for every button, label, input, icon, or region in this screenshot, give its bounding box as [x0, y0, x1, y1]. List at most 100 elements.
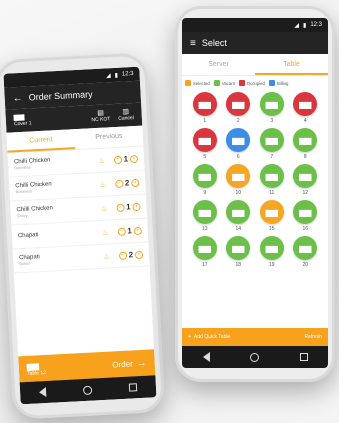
table-icon[interactable]: ▆▆: [259, 236, 284, 260]
table-icon[interactable]: ▆▆: [192, 200, 217, 224]
minus-button[interactable]: −: [117, 227, 126, 236]
plus-button[interactable]: +: [131, 178, 140, 187]
plus-button[interactable]: +: [129, 154, 139, 163]
table-number: 1: [203, 118, 207, 124]
chef-hat-icon[interactable]: ♨: [100, 252, 112, 261]
chef-hat-icon[interactable]: ♨: [95, 156, 107, 165]
quantity-value: 1: [123, 154, 129, 164]
table-cell[interactable]: ▆▆ 20: [289, 236, 323, 268]
status-legend: Selected Vacant Occupied Billing: [182, 76, 328, 90]
table-cell[interactable]: ▆▆ 15: [255, 200, 289, 232]
plus-button[interactable]: +: [134, 250, 144, 259]
table-icon[interactable]: ▆▆: [226, 164, 251, 188]
table-cell[interactable]: ▆▆ 8: [289, 128, 323, 160]
plus-button[interactable]: +: [133, 226, 142, 235]
table-number: 8: [303, 154, 307, 160]
signal-icon: ◢: [294, 22, 299, 29]
tab-previous[interactable]: Previous: [74, 126, 143, 150]
table-number: 4: [303, 118, 307, 124]
chef-hat-icon[interactable]: ♨: [99, 228, 111, 237]
legend-swatch: [268, 80, 275, 86]
recents-nav-icon[interactable]: [299, 352, 309, 362]
cancel-button[interactable]: ▥ Cancel: [118, 107, 134, 122]
table-cell[interactable]: ▆▆ 5: [188, 128, 222, 160]
item-name: Chapati: [17, 232, 39, 240]
table-cell[interactable]: ▆▆ 19: [255, 236, 289, 268]
table-icon[interactable]: ▆▆: [226, 92, 251, 116]
table-icon[interactable]: ▆▆: [293, 164, 318, 188]
plus-button[interactable]: +: [132, 202, 141, 211]
table-cell[interactable]: ▆▆ 6: [222, 128, 256, 160]
table-cell[interactable]: ▆▆ 11: [255, 164, 289, 196]
table-icon[interactable]: ▆▆: [192, 128, 217, 152]
table-number: 16: [302, 226, 309, 232]
select-tabs: Server Table: [182, 54, 328, 76]
table-number: 9: [203, 190, 207, 196]
table-cell[interactable]: ▆▆ 10: [222, 164, 256, 196]
phone-order-summary: ◢ ▮ 12:3 ← Order Summary ▆▆ Cover 1 ▤ NC…: [0, 52, 166, 420]
minus-button[interactable]: −: [118, 251, 127, 260]
battery-icon: ▮: [303, 22, 307, 29]
tab-server[interactable]: Server: [182, 54, 255, 75]
table-icon[interactable]: ▆▆: [293, 92, 318, 116]
item-name-block: Chapati: [18, 229, 100, 240]
nc-kot-button[interactable]: ▤ NC KOT: [91, 108, 110, 124]
table-cell[interactable]: ▆▆ 17: [188, 236, 222, 268]
table-number: 10: [235, 190, 242, 196]
item-name-block: Chilli Chicken Boneless: [14, 155, 96, 171]
menu-icon[interactable]: ≡: [190, 38, 196, 49]
table-icon[interactable]: ▆▆: [192, 236, 217, 260]
back-nav-icon[interactable]: [201, 352, 211, 362]
table-icon[interactable]: ▆▆: [226, 200, 251, 224]
minus-button[interactable]: −: [115, 203, 125, 212]
table-cell[interactable]: ▆▆ 3: [255, 92, 289, 124]
minus-button[interactable]: −: [113, 155, 122, 164]
table-cell[interactable]: ▆▆ 12: [289, 164, 323, 196]
table-icon[interactable]: ▆▆: [259, 164, 284, 188]
tab-current[interactable]: Current: [6, 129, 76, 153]
table-icon[interactable]: ▆▆: [259, 200, 284, 224]
quantity-stepper: − 1 +: [113, 154, 139, 164]
status-time: 12:3: [310, 22, 322, 28]
table-icon[interactable]: ▆▆: [259, 92, 284, 116]
table-icon[interactable]: ▆▆: [192, 164, 217, 188]
minus-button[interactable]: −: [114, 179, 124, 188]
quantity-stepper: − 2 +: [114, 178, 140, 188]
table-icon[interactable]: ▆▆: [293, 236, 318, 260]
table-cell[interactable]: ▆▆ 9: [188, 164, 222, 196]
cover-info: ▆▆ Cover 1: [13, 112, 32, 128]
refresh-button[interactable]: Refresh: [304, 334, 322, 340]
item-name: Chilli Chicken: [13, 156, 51, 165]
add-quick-table-button[interactable]: + Add Quick Table: [188, 334, 230, 340]
table-icon[interactable]: ▆▆: [259, 128, 284, 152]
order-button[interactable]: Order →: [112, 357, 147, 370]
table-cell[interactable]: ▆▆ 4: [289, 92, 323, 124]
tab-table[interactable]: Table: [255, 54, 328, 75]
table-icon[interactable]: ▆▆: [293, 128, 318, 152]
table-cell[interactable]: ▆▆ 16: [289, 200, 323, 232]
table-cell[interactable]: ▆▆ 18: [222, 236, 256, 268]
table-icon[interactable]: ▆▆: [226, 236, 251, 260]
recents-nav-icon[interactable]: [128, 382, 139, 393]
home-nav-icon[interactable]: [83, 385, 94, 396]
table-cell[interactable]: ▆▆ 1: [188, 92, 222, 124]
legend-label: Billing: [276, 80, 289, 86]
table-cell[interactable]: ▆▆ 13: [188, 200, 222, 232]
back-nav-icon[interactable]: [38, 386, 49, 398]
table-number: 15: [268, 226, 275, 232]
table-number: 20: [302, 262, 309, 268]
table-cell[interactable]: ▆▆ 14: [222, 200, 256, 232]
legend-item: Selected: [185, 80, 210, 86]
table-cell[interactable]: ▆▆ 7: [255, 128, 289, 160]
chef-hat-icon[interactable]: ♨: [97, 180, 109, 189]
table-icon[interactable]: ▆▆: [293, 200, 318, 224]
home-nav-icon[interactable]: [250, 352, 260, 362]
table-label: Table 12: [26, 369, 47, 377]
table-number: 7: [270, 154, 274, 160]
table-icon[interactable]: ▆▆: [192, 92, 217, 116]
back-arrow-icon[interactable]: ←: [12, 92, 23, 104]
table-icon[interactable]: ▆▆: [226, 128, 251, 152]
table-grid: ▆▆ 1 ▆▆ 2 ▆▆ 3 ▆▆ 4 ▆▆ 5 ▆▆ 6 ▆▆ 7 ▆▆ 8 ▆▆ 9 ▆▆: [182, 90, 328, 270]
table-cell[interactable]: ▆▆ 2: [222, 92, 256, 124]
chef-hat-icon[interactable]: ♨: [98, 204, 110, 213]
